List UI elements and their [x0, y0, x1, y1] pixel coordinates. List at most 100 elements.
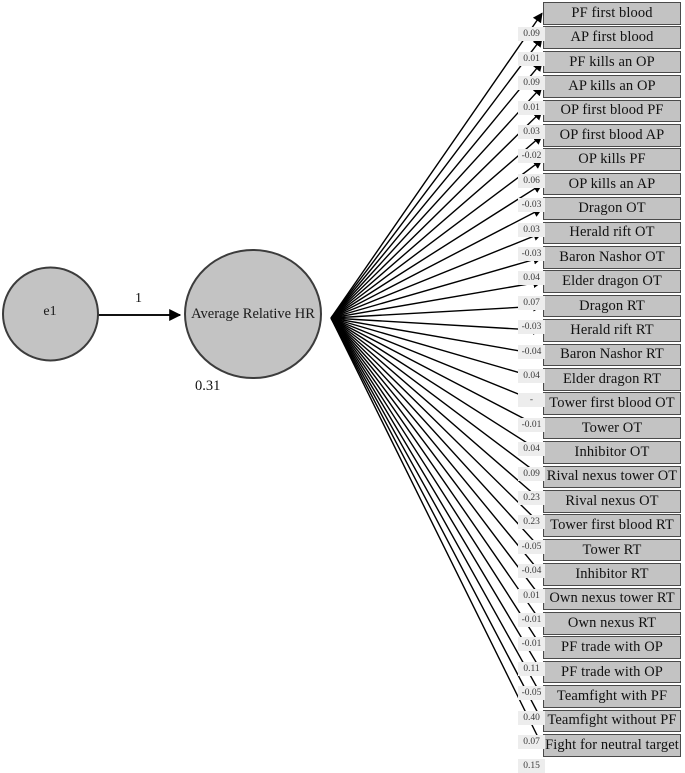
indicator-box: Baron Nashor RT [543, 343, 681, 367]
indicator-box: Inhibitor OT [543, 441, 681, 464]
path-coefficient-label: -0.04 [518, 344, 545, 359]
regression-path-line [330, 12, 543, 319]
regression-path-line [330, 317, 543, 502]
indicator-box: PF trade with OP [543, 636, 681, 659]
regression-path-line [330, 317, 543, 405]
indicator-box: Elder dragon RT [543, 368, 681, 391]
indicator-box: Rival nexus tower OT [543, 465, 681, 489]
path-coefficient-label: 0.03 [518, 125, 545, 139]
indicator-box: Tower RT [543, 538, 681, 562]
regression-path-line [330, 278, 543, 319]
path-coefficient-label: -0.02 [518, 149, 545, 164]
path-coefficient-label: 0.15 [518, 759, 545, 773]
indicator-label: PF kills an OP [569, 53, 655, 70]
indicator-label: Rival nexus tower OT [546, 468, 678, 485]
regression-path-line [330, 36, 543, 319]
indicator-box: AP kills an OP [543, 75, 681, 98]
indicator-label: OP kills PF [578, 151, 646, 168]
indicator-box: OP first blood PF [543, 99, 681, 123]
indicator-label: Baron Nashor RT [560, 346, 664, 363]
path-coefficient-label: -0.05 [518, 539, 545, 554]
indicator-box: Dragon OT [543, 197, 681, 220]
latent-variance-label: 0.31 [195, 378, 221, 394]
indicator-label: Tower OT [581, 419, 643, 436]
regression-path-line [330, 317, 543, 382]
path-coefficient-label: 0.07 [518, 735, 545, 749]
indicator-box: Herald rift OT [543, 221, 681, 245]
path-coefficient-label: 0.01 [518, 100, 545, 115]
regression-path-line [330, 61, 543, 319]
indicator-box: Dragon RT [543, 294, 681, 318]
path-coefficient-label: 0.09 [518, 76, 545, 91]
indicator-box: Rival nexus OT [543, 490, 681, 513]
path-coefficient-label: 0.09 [518, 27, 545, 42]
indicator-label: Own nexus tower RT [549, 590, 675, 607]
regression-path-line [330, 317, 543, 625]
path-coefficient-label: -0.04 [518, 564, 545, 579]
regression-path-line [330, 317, 543, 335]
regression-path-line [330, 254, 543, 319]
indicator-box: Inhibitor RT [543, 563, 681, 586]
indicator-box: Teamfight with PF [543, 685, 681, 708]
indicator-box: PF trade with OP [543, 660, 681, 684]
path-coefficient-label: -0.01 [518, 637, 545, 652]
indicator-label: OP first blood PF [560, 102, 664, 119]
indicator-box: Fight for neutral target [543, 734, 681, 757]
path-coefficient-label: 0.06 [518, 173, 545, 188]
indicator-label: Elder dragon OT [562, 273, 662, 290]
path-coefficient-label: 0.01 [518, 51, 545, 66]
indicator-box: Own nexus RT [543, 612, 681, 635]
error-term-ellipse [2, 266, 99, 362]
path-coefficient-label: 0.23 [518, 491, 545, 505]
regression-path-line [330, 317, 543, 527]
indicator-label: Dragon RT [579, 297, 645, 314]
indicator-label: OP kills an AP [568, 175, 656, 192]
regression-path-line [330, 317, 543, 454]
indicator-label: Baron Nashor OT [559, 248, 665, 265]
path-coefficient-label: 0.09 [518, 466, 545, 481]
path-coefficient-label: -0.03 [518, 320, 545, 335]
path-coefficient-label: 0.03 [518, 222, 545, 237]
error-term-label: e1 [43, 304, 57, 319]
regression-path-line [330, 317, 543, 600]
path-coefficient-label: 0.11 [518, 661, 545, 676]
indicator-box: Baron Nashor OT [543, 246, 681, 269]
path-coefficient-label: -0.05 [518, 686, 545, 701]
path-coefficient-label: 0.23 [518, 515, 545, 530]
regression-path-line [330, 317, 543, 429]
indicator-box: AP first blood [543, 26, 681, 49]
indicator-label: Dragon OT [578, 199, 646, 216]
regression-path-line [330, 317, 543, 698]
regression-path-line [330, 231, 543, 319]
indicator-label: AP first blood [570, 29, 654, 46]
indicator-label: Teamfight without PF [547, 712, 677, 729]
indicator-label: Tower first blood OT [549, 395, 675, 412]
indicator-box: Own nexus tower RT [543, 587, 681, 611]
indicator-box: Tower first blood OT [543, 392, 681, 415]
indicator-label: Teamfight with PF [556, 687, 668, 704]
path-coefficient-label: -0.03 [518, 247, 545, 261]
indicator-label: PF trade with OP [561, 639, 663, 656]
indicator-label: Rival nexus OT [565, 492, 659, 509]
path-coefficient-label: 0.07 [518, 295, 545, 310]
indicator-label: PF first blood [571, 4, 653, 21]
indicator-label: PF trade with OP [561, 663, 663, 680]
indicator-box: PF first blood [543, 2, 681, 25]
indicator-box: Elder dragon OT [543, 270, 681, 293]
regression-path-line [330, 317, 543, 747]
indicator-box: OP first blood AP [543, 124, 681, 147]
path-coefficient-label: 0.04 [518, 369, 545, 383]
indicator-box: PF kills an OP [543, 50, 681, 74]
regression-path-fan [330, 12, 543, 747]
regression-path-line [330, 317, 543, 649]
indicator-box: Tower first blood RT [543, 514, 681, 537]
path-diagram-canvas: e1 Average Relative HR 1 0.31 PF first b… [0, 0, 685, 773]
path-coefficient-label: 0.40 [518, 710, 545, 725]
path-coefficient-label: - [518, 393, 545, 408]
regression-path-line [330, 159, 543, 319]
indicator-label: Inhibitor OT [574, 443, 650, 460]
unit-loading-label: 1 [135, 291, 142, 306]
indicator-box: OP kills an AP [543, 172, 681, 196]
indicator-label: Fight for neutral target [545, 736, 679, 753]
indicator-label: Elder dragon RT [562, 370, 662, 387]
